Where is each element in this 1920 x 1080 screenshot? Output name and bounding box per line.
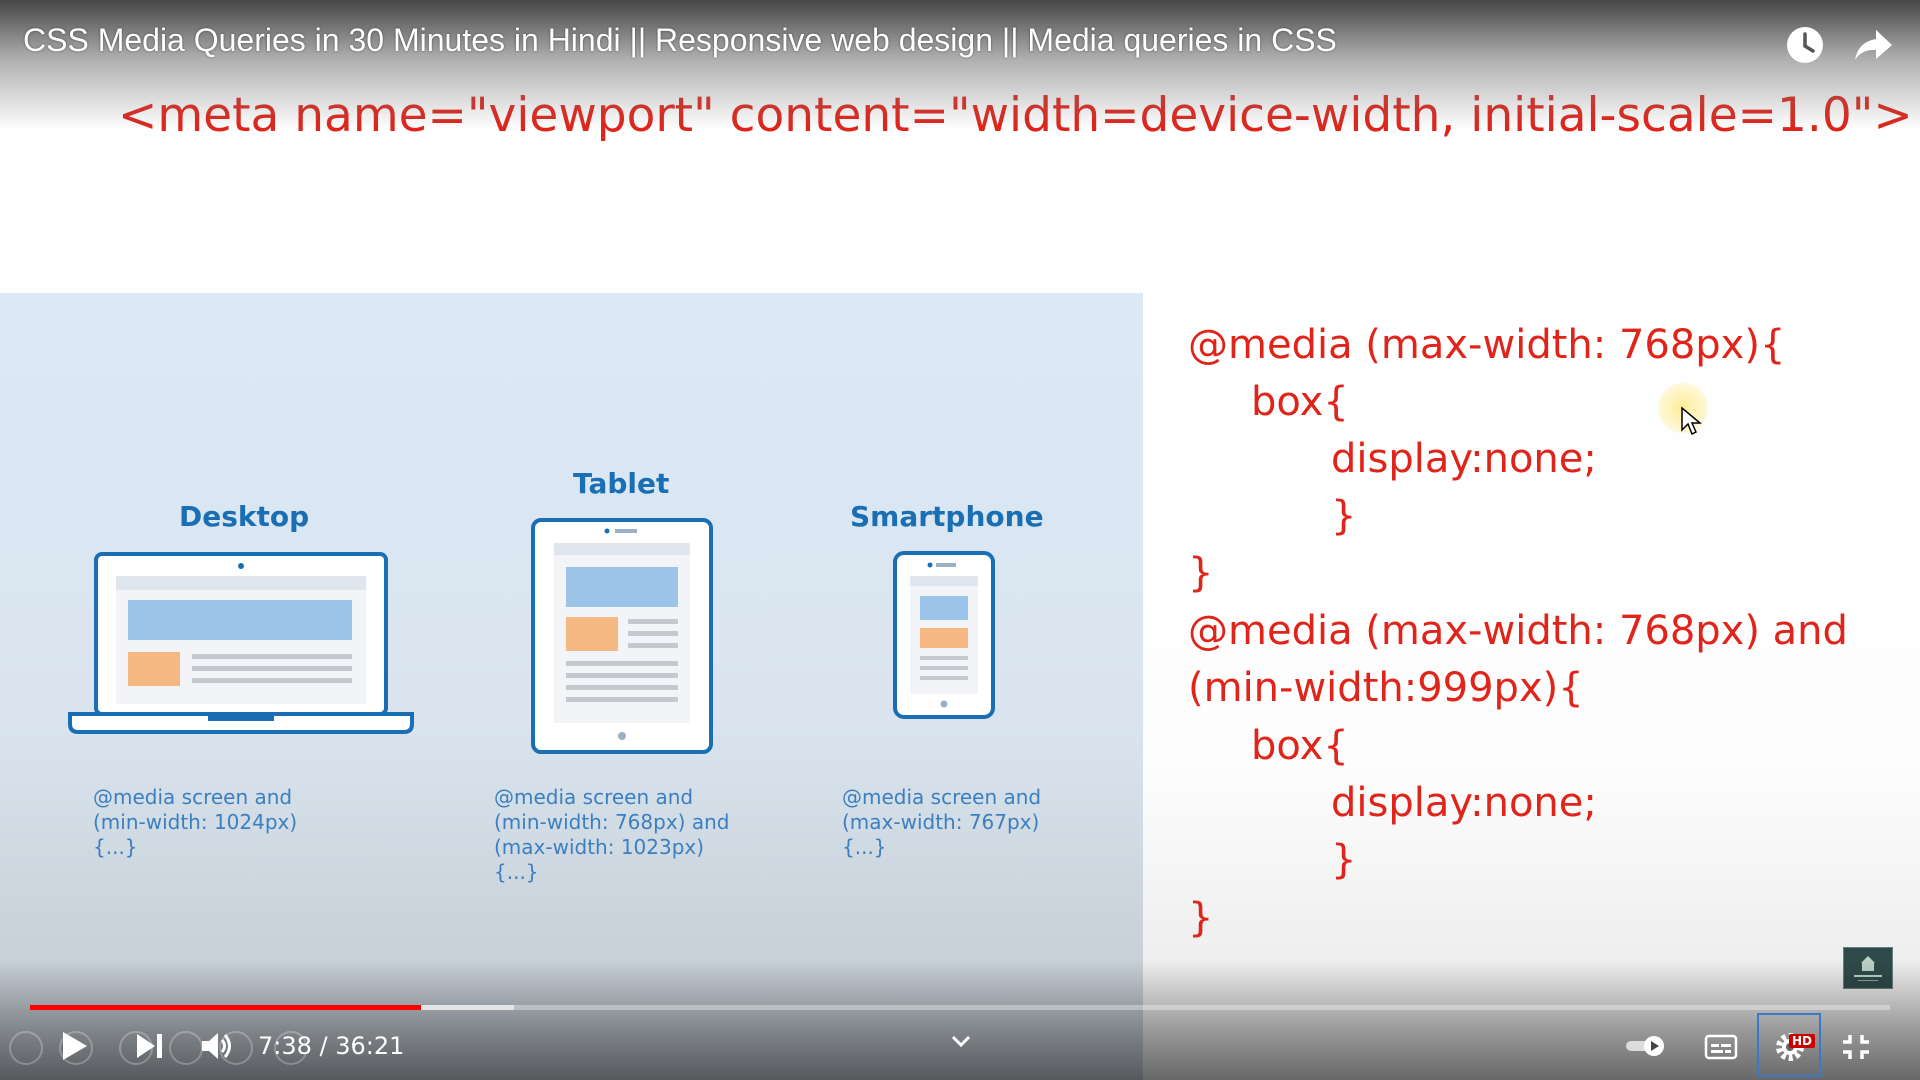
- query-line: (min-width: 1024px): [93, 810, 298, 834]
- tablet-icon: [531, 518, 713, 754]
- code-line: @media (max-width: 768px) and: [1188, 608, 1848, 654]
- volume-icon[interactable]: [200, 1030, 234, 1062]
- share-icon[interactable]: [1852, 24, 1894, 66]
- smartphone-label: Smartphone: [850, 500, 1044, 533]
- query-line: (max-width: 1023px): [494, 835, 705, 859]
- query-line: {...}: [494, 860, 539, 884]
- skip-next-icon[interactable]: [135, 1032, 165, 1060]
- code-line: }: [1188, 550, 1214, 596]
- clock-icon[interactable]: [1784, 24, 1826, 66]
- smartphone-media-query: @media screen and (max-width: 767px) {..…: [842, 785, 1041, 860]
- mouse-pointer-icon: [1681, 406, 1702, 436]
- query-line: @media screen and: [93, 785, 293, 809]
- laptop-icon: [68, 552, 414, 734]
- query-line: {...}: [93, 835, 138, 859]
- code-line: }: [1188, 895, 1214, 941]
- code-line: box{: [1251, 723, 1349, 769]
- code-line: }: [1331, 493, 1357, 539]
- code-line: @media (max-width: 768px){: [1188, 322, 1786, 368]
- code-line: (min-width:999px){: [1188, 665, 1584, 711]
- progress-played: [30, 1005, 421, 1010]
- smartphone-icon: [893, 551, 995, 719]
- play-icon[interactable]: [58, 1030, 90, 1062]
- query-line: (max-width: 767px): [842, 810, 1040, 834]
- query-line: (min-width: 768px) and: [494, 810, 730, 834]
- video-title[interactable]: CSS Media Queries in 30 Minutes in Hindi…: [23, 22, 1337, 59]
- time-display: 7:38 / 36:21: [258, 1032, 405, 1060]
- code-line: }: [1331, 837, 1357, 883]
- subtitles-icon[interactable]: [1704, 1034, 1738, 1060]
- progress-bar[interactable]: [30, 1005, 1890, 1010]
- desktop-media-query: @media screen and (min-width: 1024px) {.…: [93, 785, 297, 860]
- chevron-down-icon[interactable]: [950, 1032, 972, 1050]
- code-line: box{: [1251, 379, 1349, 425]
- exit-fullscreen-icon[interactable]: [1841, 1033, 1871, 1061]
- code-line: display:none;: [1331, 780, 1597, 826]
- autoplay-toggle-icon[interactable]: [1624, 1034, 1668, 1058]
- code-line: display:none;: [1331, 436, 1597, 482]
- query-line: @media screen and: [842, 785, 1042, 809]
- tablet-media-query: @media screen and (min-width: 768px) and…: [494, 785, 729, 885]
- desktop-label: Desktop: [179, 500, 310, 533]
- hd-badge: HD: [1789, 1034, 1816, 1048]
- tablet-label: Tablet: [573, 467, 670, 500]
- query-line: @media screen and: [494, 785, 694, 809]
- title-bar-overlay: [0, 0, 1920, 130]
- query-line: {...}: [842, 835, 887, 859]
